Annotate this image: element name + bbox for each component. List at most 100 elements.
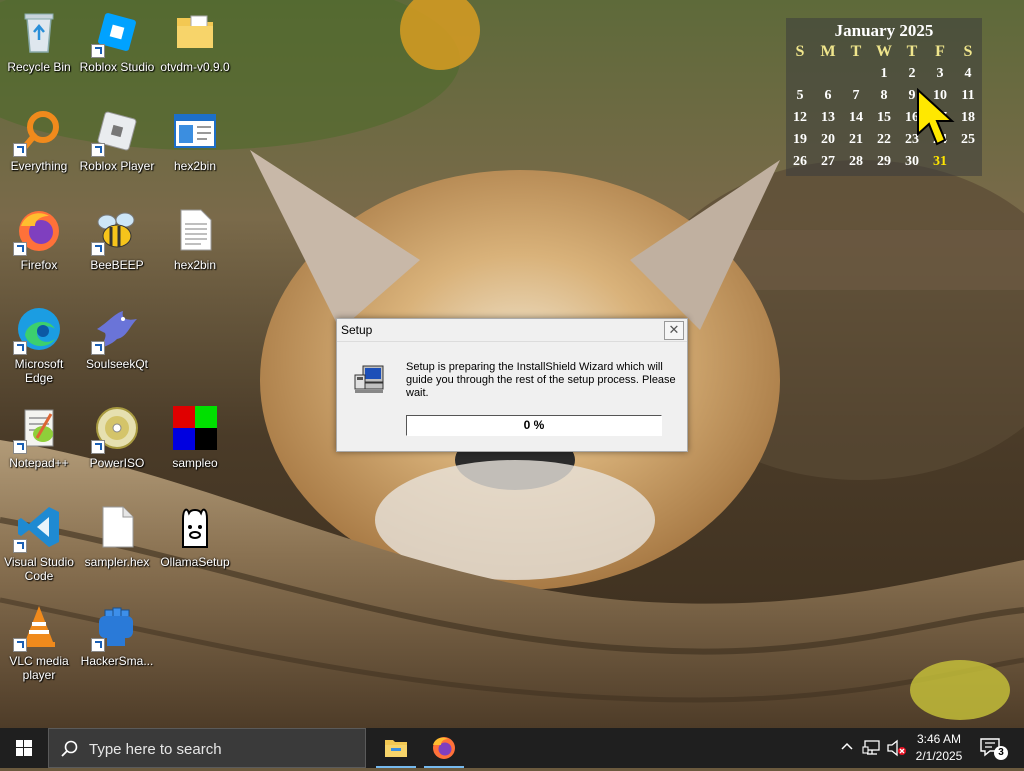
volume-muted-icon[interactable] [886, 739, 908, 760]
search-placeholder: Type here to search [89, 741, 222, 758]
calendar-day: 19 [793, 132, 807, 147]
icon-label: Roblox Player [79, 159, 155, 173]
shortcut-arrow-icon [91, 143, 105, 157]
weekday-label: S [795, 43, 805, 60]
icon-label: Visual Studio Code [4, 555, 74, 583]
dialog-titlebar[interactable]: Setup ✕ [337, 319, 687, 342]
taskbar: Type here to search 3:46 AM 2/1/2025 3 [0, 728, 1024, 768]
show-hidden-icons-chevron-icon[interactable] [840, 740, 854, 754]
firefox-icon [433, 737, 455, 759]
desktop-icon-hex2bin-file[interactable]: hex2bin [157, 198, 233, 290]
firefox-icon [13, 206, 63, 256]
weekday-label: F [935, 43, 945, 60]
desktop-icon-sampler-hex[interactable]: sampler.hex [79, 495, 155, 587]
action-center-button[interactable]: 3 [978, 736, 1008, 760]
icon-label: sampleo [172, 456, 218, 470]
start-button[interactable] [0, 728, 48, 768]
calendar-day: 18 [961, 110, 975, 125]
shortcut-arrow-icon [91, 341, 105, 355]
setup-dialog: Setup ✕ Setup is preparing the InstallSh… [336, 318, 688, 452]
shortcut-arrow-icon [13, 143, 27, 157]
shortcut-arrow-icon [91, 44, 105, 58]
calendar-week-row: 26 27 28 29 30 31 [786, 151, 982, 173]
desktop-icon-vscode[interactable]: Visual Studio Code [1, 495, 77, 587]
llama-icon [171, 503, 219, 551]
disc-icon [91, 404, 141, 454]
taskbar-firefox-button[interactable] [420, 728, 468, 768]
calendar-day: 29 [877, 154, 891, 169]
desktop-icon-microsoft-edge[interactable]: Microsoft Edge [1, 297, 77, 389]
calendar-day: 28 [849, 154, 863, 169]
desktop-icon-everything[interactable]: Everything [1, 99, 77, 191]
vlc-icon [13, 602, 63, 652]
desktop-icon-otvdm[interactable]: otvdm-v0.9.0 [157, 0, 233, 92]
calendar-day: 14 [849, 110, 863, 125]
shortcut-arrow-icon [13, 440, 27, 454]
bird-icon [91, 305, 141, 355]
recycle-bin-icon [15, 8, 63, 56]
icon-label: VLC media player [9, 654, 69, 682]
shortcut-arrow-icon [13, 539, 27, 553]
fist-icon [91, 602, 141, 652]
calendar-day: 4 [964, 66, 972, 81]
shortcut-arrow-icon [91, 638, 105, 652]
color-grid-icon [171, 404, 219, 452]
desktop-icon-beebeep[interactable]: BeeBEEP [79, 198, 155, 290]
weekday-label: S [963, 43, 973, 60]
taskbar-file-explorer-button[interactable] [372, 728, 420, 768]
calendar-day: 1 [880, 66, 888, 81]
desktop-icon-sampleo[interactable]: sampleo [157, 396, 233, 488]
desktop-icon-soulseekqt[interactable]: SoulseekQt [79, 297, 155, 389]
desktop-icon-roblox-studio[interactable]: Roblox Studio [79, 0, 155, 92]
blank-file-icon [93, 503, 141, 551]
weekday-label: T [850, 43, 862, 60]
calendar-weekday-header: S M T W T F S [786, 41, 982, 63]
calendar-day: 22 [877, 132, 891, 147]
close-button[interactable]: ✕ [664, 320, 684, 340]
search-icon [61, 740, 78, 757]
desktop-icon-vlc[interactable]: VLC media player [1, 594, 77, 686]
shortcut-arrow-icon [13, 341, 27, 355]
shortcut-arrow-icon [13, 242, 27, 256]
icon-label: PowerISO [89, 456, 145, 470]
icon-label: hex2bin [173, 258, 217, 272]
progress-percent-label: 0 % [523, 418, 545, 432]
icon-label: Roblox Studio [79, 60, 155, 74]
shortcut-arrow-icon [91, 242, 105, 256]
icon-label: Notepad++ [9, 456, 69, 470]
folder-icon [171, 8, 219, 56]
desktop-icon-hackersmash[interactable]: HackerSma... [79, 594, 155, 686]
icon-label: BeeBEEP [90, 258, 144, 272]
calendar-week-row: 1 2 3 4 [786, 63, 982, 85]
calendar-day: 7 [852, 88, 860, 103]
calendar-title: January 2025 [834, 21, 934, 40]
weekday-label: W [876, 43, 892, 60]
desktop-icon-notepadpp[interactable]: Notepad++ [1, 396, 77, 488]
calendar-day: 25 [961, 132, 975, 147]
progress-bar: 0 % [406, 415, 662, 436]
calendar-day: 21 [849, 132, 863, 147]
calendar-day: 2 [908, 66, 916, 81]
icon-label: HackerSma... [80, 654, 154, 668]
notepadpp-icon [13, 404, 63, 454]
search-input[interactable]: Type here to search [48, 728, 366, 768]
network-icon[interactable] [862, 739, 882, 760]
icon-label: SoulseekQt [85, 357, 149, 371]
icon-label: sampler.hex [84, 555, 150, 569]
taskbar-clock[interactable]: 3:46 AM 2/1/2025 [912, 731, 966, 765]
calendar-day [814, 63, 842, 85]
desktop-icon-ollamasetup[interactable]: OllamaSetup [157, 495, 233, 587]
icon-label: Recycle Bin [7, 60, 71, 74]
roblox-player-icon [91, 107, 141, 157]
desktop-icon-poweriso[interactable]: PowerISO [79, 396, 155, 488]
calendar-day [954, 151, 982, 173]
calendar-day: 30 [905, 154, 919, 169]
desktop-icon-firefox[interactable]: Firefox [1, 198, 77, 290]
text-file-icon [171, 206, 219, 254]
shortcut-arrow-icon [91, 440, 105, 454]
calendar-day: 26 [793, 154, 807, 169]
desktop-icon-recycle-bin[interactable]: Recycle Bin [1, 0, 77, 92]
desktop-icon-hex2bin-app[interactable]: hex2bin [157, 99, 233, 191]
desktop-icon-roblox-player[interactable]: Roblox Player [79, 99, 155, 191]
calendar-day: 5 [796, 88, 804, 103]
